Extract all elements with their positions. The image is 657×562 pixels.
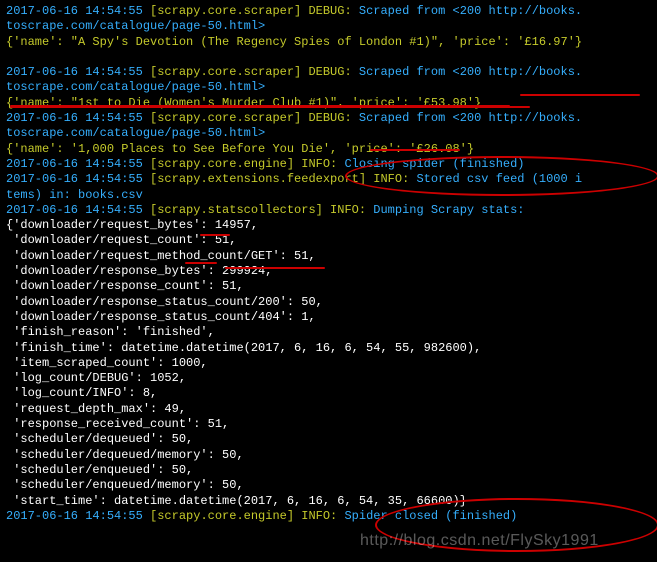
stats-line: 'downloader/response_status_count/404': … [6,310,651,325]
stats-line: 'downloader/request_method_count/GET': 5… [6,249,651,264]
log-line: 2017-06-16 14:54:55 [scrapy.core.scraper… [6,111,651,126]
log-message: Scraped from <200 http://books. [352,65,582,79]
log-category: [scrapy.extensions.feedexport] INFO: [150,172,409,186]
stats-line: 'finish_reason': 'finished', [6,325,651,340]
log-line: 2017-06-16 14:54:55 [scrapy.extensions.f… [6,172,651,187]
log-category: [scrapy.core.engine] INFO: [150,509,337,523]
log-message: Scraped from <200 http://books. [352,111,582,125]
log-line: 2017-06-16 14:54:55 [scrapy.statscollect… [6,203,651,218]
log-timestamp: 2017-06-16 14:54:55 [6,172,150,186]
stats-line: 'response_received_count': 51, [6,417,651,432]
log-continuation-line: tems) in: books.csv [6,188,651,203]
log-message: Dumping Scrapy stats: [366,203,524,217]
stats-line: 'log_count/DEBUG': 1052, [6,371,651,386]
log-category: [scrapy.statscollectors] INFO: [150,203,366,217]
log-continuation-line: toscrape.com/catalogue/page-50.html> [6,126,651,141]
stats-line: 'downloader/response_bytes': 299924, [6,264,651,279]
scraped-item-line: {'name': "1st to Die (Women's Murder Clu… [6,96,651,111]
log-message: Stored csv feed (1000 i [409,172,582,186]
log-message: Closing spider (finished) [337,157,524,171]
stats-line: 'start_time': datetime.datetime(2017, 6,… [6,494,651,509]
scraped-item-line: {'name': '1,000 Places to See Before You… [6,142,651,157]
stats-line: {'downloader/request_bytes': 14957, [6,218,651,233]
stats-line: 'downloader/response_count': 51, [6,279,651,294]
log-category: [scrapy.core.scraper] DEBUG: [150,65,352,79]
log-message: Scraped from <200 http://books. [352,4,582,18]
log-timestamp: 2017-06-16 14:54:55 [6,157,150,171]
stats-line: 'item_scraped_count': 1000, [6,356,651,371]
log-line: 2017-06-16 14:54:55 [scrapy.core.scraper… [6,65,651,80]
log-continuation-line: toscrape.com/catalogue/page-50.html> [6,80,651,95]
log-line: 2017-06-16 14:54:55 [scrapy.core.engine]… [6,509,651,524]
log-timestamp: 2017-06-16 14:54:55 [6,509,150,523]
log-timestamp: 2017-06-16 14:54:55 [6,65,150,79]
log-line: 2017-06-16 14:54:55 [scrapy.core.engine]… [6,157,651,172]
log-timestamp: 2017-06-16 14:54:55 [6,203,150,217]
stats-line: 'downloader/request_count': 51, [6,233,651,248]
scraped-item-line: {'name': "A Spy's Devotion (The Regency … [6,35,651,50]
stats-line: 'request_depth_max': 49, [6,402,651,417]
stats-line: 'finish_time': datetime.datetime(2017, 6… [6,341,651,356]
log-timestamp: 2017-06-16 14:54:55 [6,4,150,18]
stats-line: 'scheduler/dequeued/memory': 50, [6,448,651,463]
log-timestamp: 2017-06-16 14:54:55 [6,111,150,125]
stats-line: 'log_count/INFO': 8, [6,386,651,401]
terminal-output: 2017-06-16 14:54:55 [scrapy.core.scraper… [0,0,657,562]
log-category: [scrapy.core.engine] INFO: [150,157,337,171]
log-category: [scrapy.core.scraper] DEBUG: [150,111,352,125]
log-category: [scrapy.core.scraper] DEBUG: [150,4,352,18]
stats-line: 'scheduler/enqueued/memory': 50, [6,478,651,493]
stats-line: 'scheduler/dequeued': 50, [6,432,651,447]
log-continuation-line: toscrape.com/catalogue/page-50.html> [6,19,651,34]
stats-line: 'downloader/response_status_count/200': … [6,295,651,310]
stats-line: 'scheduler/enqueued': 50, [6,463,651,478]
log-line: 2017-06-16 14:54:55 [scrapy.core.scraper… [6,4,651,19]
log-message: Spider closed (finished) [337,509,517,523]
blank-line [6,50,651,65]
